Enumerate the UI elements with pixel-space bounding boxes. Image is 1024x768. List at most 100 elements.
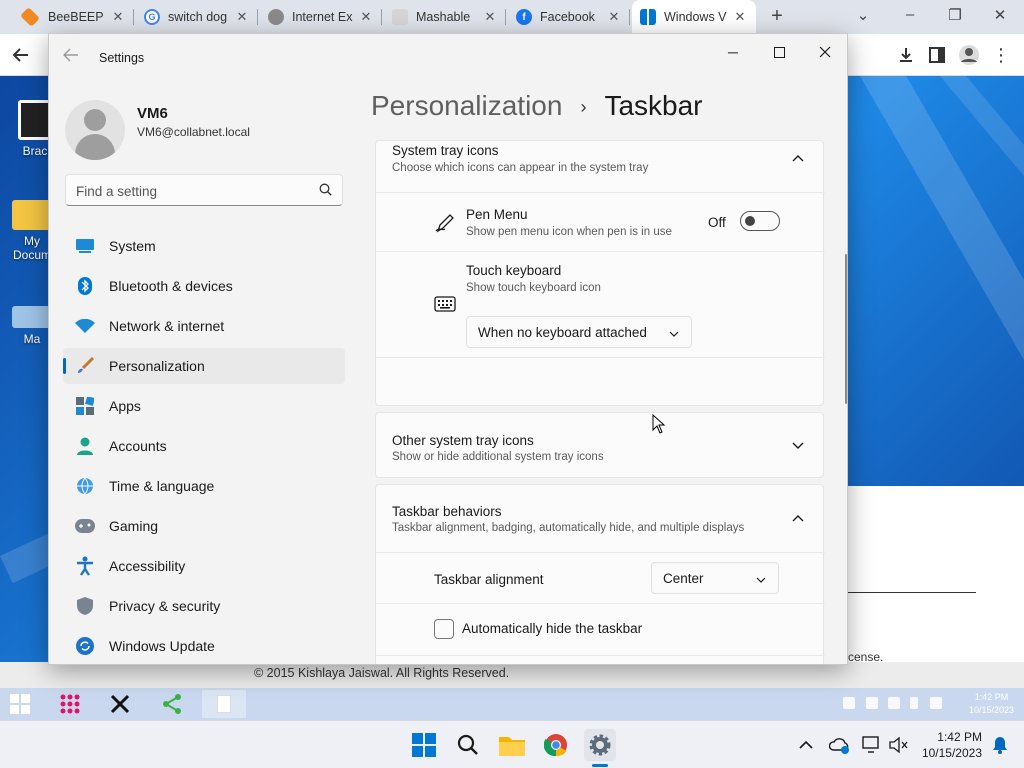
apps-icon — [75, 396, 95, 416]
divider — [376, 552, 825, 553]
globe-icon — [268, 9, 284, 25]
nav-item-time-language[interactable]: Time & language — [63, 468, 345, 504]
beebeep-icon — [20, 7, 40, 27]
minimize-icon[interactable]: – — [895, 6, 925, 23]
browser-tab[interactable]: G switch dog ✕ — [136, 0, 258, 34]
chevron-down-icon[interactable] — [791, 439, 805, 453]
nav-label: Windows Update — [109, 638, 215, 654]
settings-gear-icon[interactable] — [584, 729, 616, 761]
close-icon[interactable]: ✕ — [732, 9, 748, 25]
tab-title: switch dog — [168, 10, 228, 24]
close-icon[interactable]: ✕ — [482, 9, 498, 25]
menu-dots-icon[interactable]: ⋮ — [990, 44, 1012, 66]
nav-label: System — [109, 238, 156, 254]
chevron-down-icon — [669, 326, 679, 341]
search-input[interactable] — [76, 181, 306, 201]
folder-icon — [12, 200, 52, 230]
nav-item-privacy[interactable]: Privacy & security — [63, 588, 345, 624]
nav-item-system[interactable]: System — [63, 228, 345, 264]
user-profile[interactable]: VM6 VM6@collabnet.local — [65, 100, 345, 170]
browser-tab[interactable]: f Facebook ✕ — [508, 0, 630, 34]
minimize-button[interactable]: ─ — [719, 42, 747, 62]
apps-grid-icon[interactable] — [50, 690, 90, 718]
battery-icon[interactable] — [910, 697, 918, 709]
close-icon[interactable]: ✕ — [110, 9, 126, 25]
tab-search-icon[interactable]: ⌄ — [848, 6, 878, 24]
back-arrow-icon[interactable] — [10, 44, 32, 66]
file-explorer-icon[interactable] — [496, 729, 528, 761]
settings-nav: System Bluetooth & devices Network & int… — [63, 228, 345, 664]
document-icon[interactable] — [202, 690, 246, 718]
chevron-up-icon[interactable] — [791, 151, 805, 165]
tools-icon[interactable] — [100, 690, 140, 718]
nav-item-apps[interactable]: Apps — [63, 388, 345, 424]
download-icon[interactable] — [895, 44, 917, 66]
flag-icon[interactable] — [866, 697, 878, 709]
chevron-up-icon[interactable] — [791, 511, 805, 525]
footer-bar — [0, 662, 1024, 688]
sidepanel-icon[interactable] — [926, 44, 948, 66]
autohide-checkbox[interactable] — [434, 619, 454, 639]
close-icon[interactable]: ✕ — [234, 9, 250, 25]
divider — [376, 655, 825, 656]
google-icon: G — [144, 9, 160, 25]
touch-keyboard-dropdown[interactable]: When no keyboard attached — [466, 316, 692, 348]
user-email: VM6@collabnet.local — [137, 125, 250, 139]
taskbar-alignment-dropdown[interactable]: Center — [651, 562, 779, 594]
pen-menu-toggle[interactable] — [740, 211, 780, 231]
toggle-knob — [745, 216, 755, 226]
browser-tab[interactable]: BeeBEEP (R ✕ — [12, 0, 134, 34]
onedrive-icon[interactable] — [824, 729, 856, 761]
close-button[interactable] — [811, 42, 839, 62]
chevron-up-icon[interactable] — [790, 729, 822, 761]
autohide-label: Automatically hide the taskbar — [462, 621, 643, 636]
nav-label: Gaming — [109, 518, 159, 534]
copyright-text: © 2015 Kishlaya Jaiswal. All Rights Rese… — [254, 666, 510, 680]
chrome-icon[interactable] — [540, 729, 572, 761]
close-icon[interactable]: ✕ — [606, 9, 622, 25]
windows-start-icon[interactable] — [408, 729, 440, 761]
cloud-icon[interactable] — [843, 697, 855, 709]
browser-tab[interactable]: Internet Ex ✕ — [260, 0, 382, 34]
clock-time: 1:42 PM — [937, 730, 982, 744]
nav-label: Privacy & security — [109, 598, 221, 614]
new-tab-button[interactable]: + — [766, 5, 788, 28]
notification-bell-icon[interactable] — [984, 729, 1016, 761]
nav-label: Bluetooth & devices — [109, 278, 233, 294]
tab-title: Internet Ex — [292, 10, 353, 24]
nav-item-bluetooth[interactable]: Bluetooth & devices — [63, 268, 345, 304]
page-title: Taskbar — [604, 90, 703, 121]
back-arrow-icon[interactable] — [63, 48, 79, 67]
nav-item-accounts[interactable]: Accounts — [63, 428, 345, 464]
keyboard-icon — [434, 296, 456, 317]
search-box[interactable] — [65, 174, 343, 206]
scrollbar[interactable] — [845, 254, 847, 404]
remote-clock[interactable]: 1:42 PM 10/15/2023 — [969, 691, 1014, 717]
settings-title-bar: Settings ─ — [49, 34, 847, 82]
dropdown-value: When no keyboard attached — [478, 324, 647, 340]
nav-item-network[interactable]: Network & internet — [63, 308, 345, 344]
volume-icon[interactable] — [930, 697, 942, 709]
nav-item-accessibility[interactable]: Accessibility — [63, 548, 345, 584]
browser-tab-active[interactable]: Windows V ✕ — [632, 0, 756, 34]
tab-title: Facebook — [540, 10, 595, 24]
nav-item-personalization[interactable]: Personalization — [63, 348, 345, 384]
search-icon[interactable] — [452, 729, 484, 761]
start-button[interactable] — [0, 690, 40, 718]
volume-muted-icon[interactable] — [882, 729, 914, 761]
close-icon[interactable]: ✕ — [358, 9, 374, 25]
nav-item-windows-update[interactable]: Windows Update — [63, 628, 345, 664]
signal-icon[interactable] — [888, 697, 900, 709]
system-icon — [75, 236, 95, 256]
system-clock[interactable]: 1:42 PM 10/15/2023 — [916, 729, 982, 761]
maximize-button[interactable] — [765, 42, 793, 62]
nav-label: Accounts — [109, 438, 167, 454]
close-window-icon[interactable]: ✕ — [985, 6, 1015, 24]
other-tray-card[interactable]: Other system tray icons Show or hide add… — [375, 412, 824, 478]
profile-icon[interactable] — [958, 44, 980, 66]
breadcrumb-parent[interactable]: Personalization — [371, 90, 562, 121]
restore-icon[interactable]: ❐ — [940, 6, 970, 24]
share-icon[interactable] — [152, 690, 192, 718]
nav-item-gaming[interactable]: Gaming — [63, 508, 345, 544]
browser-tab[interactable]: Mashable ✕ — [384, 0, 506, 34]
